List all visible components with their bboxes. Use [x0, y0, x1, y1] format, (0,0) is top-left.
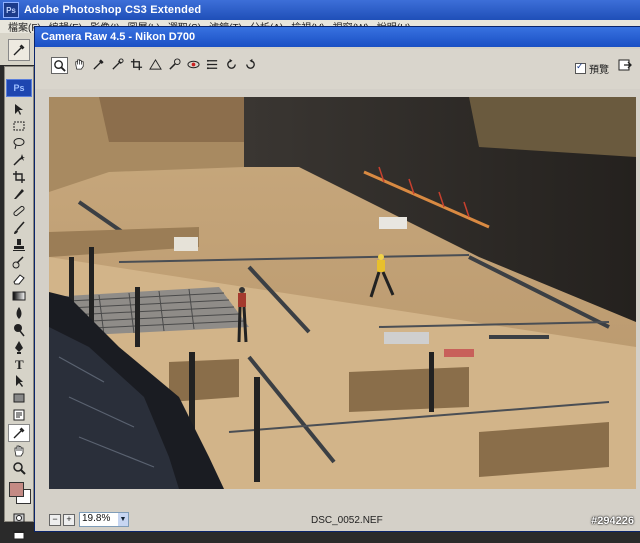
ps-logo-small: Ps	[3, 2, 19, 18]
hand-icon[interactable]	[9, 443, 29, 459]
slice-icon[interactable]	[9, 186, 29, 202]
filename-label: DSC_0052.NEF	[311, 515, 383, 526]
crop-icon[interactable]	[9, 169, 29, 185]
zoom-out-button[interactable]: −	[49, 514, 61, 526]
tools-palette: Ps T	[4, 66, 34, 540]
color-sampler-icon[interactable]	[110, 57, 125, 72]
crop-tool-icon[interactable]	[129, 57, 144, 72]
preview-toggle[interactable]: 預覽	[575, 61, 609, 76]
rectangle-icon[interactable]	[9, 390, 29, 406]
ps-logo: Ps	[6, 79, 32, 97]
camera-raw-dialog: Camera Raw 4.5 - Nikon D700 預覽	[34, 26, 640, 532]
eyedropper-preset-icon[interactable]	[8, 39, 30, 61]
path-select-icon[interactable]	[9, 373, 29, 389]
foreground-color-swatch[interactable]	[9, 482, 24, 497]
move-icon[interactable]	[9, 101, 29, 117]
white-balance-icon[interactable]	[91, 57, 106, 72]
notes-icon[interactable]	[9, 407, 29, 423]
dialog-title: Camera Raw 4.5 - Nikon D700	[41, 31, 196, 43]
camera-raw-toolbar: 預覽	[35, 49, 640, 89]
construction-site-photo	[49, 97, 636, 489]
gradient-icon[interactable]	[9, 288, 29, 304]
rotate-right-icon[interactable]	[243, 57, 258, 72]
screen-mode-icon[interactable]	[9, 527, 29, 543]
watermark-text: #294226	[591, 515, 634, 527]
dodge-icon[interactable]	[9, 322, 29, 338]
zoom-level-value: 19.8%	[82, 513, 111, 524]
stamp-icon[interactable]	[9, 237, 29, 253]
quick-mask-icon[interactable]	[9, 510, 29, 526]
eyedropper-icon[interactable]	[8, 424, 30, 442]
color-swatches[interactable]	[7, 480, 31, 506]
preview-label: 預覽	[589, 65, 609, 76]
lasso-icon[interactable]	[9, 135, 29, 151]
marquee-icon[interactable]	[9, 118, 29, 134]
zoom-icon[interactable]	[9, 460, 29, 476]
healing-icon[interactable]	[9, 203, 29, 219]
chevron-down-icon[interactable]: ▼	[118, 513, 128, 526]
svg-text:T: T	[15, 357, 24, 371]
zoom-tool-icon[interactable]	[51, 57, 68, 74]
brush-icon[interactable]	[9, 220, 29, 236]
full-screen-icon[interactable]	[617, 57, 633, 73]
image-preview[interactable]	[49, 97, 636, 489]
retouch-icon[interactable]	[167, 57, 182, 72]
dialog-title-bar: Camera Raw 4.5 - Nikon D700	[35, 27, 640, 47]
status-bar: − + 19.8% ▼ DSC_0052.NEF	[35, 509, 640, 531]
rotate-left-icon[interactable]	[224, 57, 239, 72]
eraser-icon[interactable]	[9, 271, 29, 287]
preferences-icon[interactable]	[205, 57, 220, 72]
preview-checkbox[interactable]	[575, 61, 586, 74]
type-icon[interactable]: T	[9, 356, 29, 372]
hand-tool-icon[interactable]	[72, 57, 87, 72]
blur-icon[interactable]	[9, 305, 29, 321]
history-brush-icon[interactable]	[9, 254, 29, 270]
zoom-in-button[interactable]: +	[63, 514, 75, 526]
options-bar	[0, 33, 37, 65]
app-title-bar: Ps Adobe Photoshop CS3 Extended	[0, 0, 640, 20]
pen-icon[interactable]	[9, 339, 29, 355]
red-eye-icon[interactable]	[186, 57, 201, 72]
straighten-icon[interactable]	[148, 57, 163, 72]
magic-wand-icon[interactable]	[9, 152, 29, 168]
zoom-level-select[interactable]: 19.8% ▼	[79, 512, 129, 527]
app-title: Adobe Photoshop CS3 Extended	[24, 4, 202, 16]
